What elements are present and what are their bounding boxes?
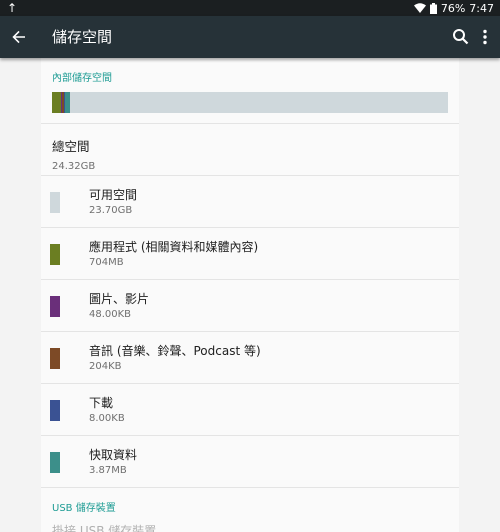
internal-storage-header: 內部儲存空間 xyxy=(52,73,112,84)
category-label: 應用程式 (相關資料和媒體內容) xyxy=(89,240,259,254)
storage-panel: 內部儲存空間 總空間 24.32GB 可用空間 23.70GB 應用程式 (相關資料… xyxy=(41,58,459,532)
status-bar-right: 76% 7:47 xyxy=(413,0,494,16)
total-space-value: 24.32GB xyxy=(52,161,96,172)
category-color-swatch xyxy=(50,400,60,421)
storage-category-row[interactable]: 快取資料 3.87MB xyxy=(41,436,459,488)
category-label: 可用空間 xyxy=(89,188,138,202)
divider xyxy=(41,487,459,488)
category-size: 8.00KB xyxy=(89,413,125,424)
total-space-title: 總空間 xyxy=(52,139,90,154)
category-color-swatch xyxy=(50,192,60,213)
category-color-swatch xyxy=(50,348,60,369)
app-bar: 儲存空間 xyxy=(0,16,500,58)
category-size: 704MB xyxy=(89,257,124,268)
category-size: 3.87MB xyxy=(89,465,127,476)
battery-percent: 76% xyxy=(440,1,466,15)
storage-category-row[interactable]: 可用空間 23.70GB xyxy=(41,176,459,228)
page-title: 儲存空間 xyxy=(52,28,113,46)
divider xyxy=(41,123,459,124)
search-icon[interactable] xyxy=(452,28,470,46)
status-bar: ↑ 76% 7:47 xyxy=(0,0,500,16)
usb-storage-header: USB 儲存裝置 xyxy=(52,503,116,514)
category-label: 圖片、影片 xyxy=(89,292,150,306)
category-size: 204KB xyxy=(89,361,122,372)
category-color-swatch xyxy=(50,244,60,265)
more-options-icon[interactable] xyxy=(478,28,492,46)
category-color-swatch xyxy=(50,296,60,317)
mount-usb-storage-item[interactable]: 掛接 USB 儲存裝置 xyxy=(52,522,156,532)
category-color-swatch xyxy=(50,452,60,473)
category-label: 快取資料 xyxy=(89,448,138,462)
usage-bar-segment xyxy=(69,92,448,113)
category-label: 音訊 (音樂、鈴聲、Podcast 等) xyxy=(89,344,261,358)
storage-usage-bar xyxy=(52,92,448,113)
usage-bar-segment xyxy=(52,92,62,113)
battery-icon xyxy=(429,2,437,14)
storage-category-row[interactable]: 應用程式 (相關資料和媒體內容) 704MB xyxy=(41,228,459,280)
back-arrow-icon[interactable] xyxy=(9,27,29,47)
wifi-icon xyxy=(413,3,426,13)
storage-category-row[interactable]: 下載 8.00KB xyxy=(41,384,459,436)
total-space: 總空間 24.32GB xyxy=(52,136,95,172)
storage-category-row[interactable]: 圖片、影片 48.00KB xyxy=(41,280,459,332)
category-size: 23.70GB xyxy=(89,205,133,216)
storage-category-row[interactable]: 音訊 (音樂、鈴聲、Podcast 等) 204KB xyxy=(41,332,459,384)
category-size: 48.00KB xyxy=(89,309,132,320)
category-label: 下載 xyxy=(89,396,114,410)
clock: 7:47 xyxy=(469,1,494,15)
upload-icon: ↑ xyxy=(7,1,18,15)
